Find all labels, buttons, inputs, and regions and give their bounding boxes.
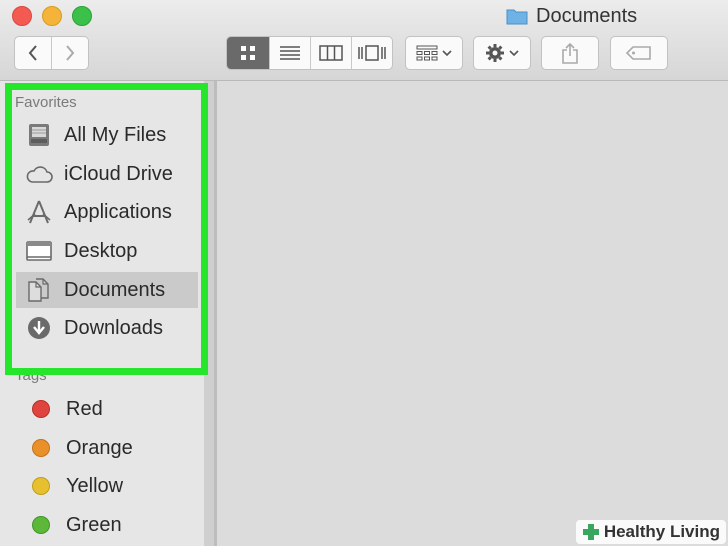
orange-tag-dot-icon — [32, 439, 50, 457]
close-window-button[interactable] — [12, 6, 32, 26]
red-tag-dot-icon — [32, 400, 50, 418]
sidebar-item-label: Applications — [64, 200, 172, 223]
action-button[interactable] — [473, 36, 531, 70]
sidebar-item-all-my-files[interactable]: All My Files — [16, 117, 198, 153]
minimize-window-button[interactable] — [42, 6, 62, 26]
favorites-header: Favorites — [15, 94, 77, 111]
documents-icon — [24, 275, 54, 305]
columns-icon — [319, 45, 343, 61]
chevron-right-icon — [66, 45, 75, 61]
green-tag-dot-icon — [32, 516, 50, 534]
sidebar-scrollbar[interactable] — [204, 81, 214, 546]
plus-logo-icon — [582, 524, 599, 540]
column-view-button[interactable] — [311, 37, 352, 69]
cover-flow-view-button[interactable] — [352, 37, 392, 69]
sidebar-item-documents[interactable]: Documents — [16, 272, 198, 308]
chevron-down-icon — [442, 50, 452, 57]
grid-icon — [241, 46, 255, 60]
share-icon — [562, 42, 578, 64]
tags-header: Tags — [15, 367, 47, 384]
tag-icon — [625, 46, 651, 60]
view-mode-group — [226, 36, 393, 70]
sidebar: Favorites All My Files iCloud Drive Appl… — [0, 81, 204, 546]
sidebar-item-label: Orange — [66, 436, 133, 459]
arrange-icon — [416, 45, 438, 61]
cover-flow-icon — [358, 45, 386, 61]
title-bar: Documents — [0, 0, 728, 81]
sidebar-item-tag-orange[interactable]: Orange — [16, 430, 198, 466]
sidebar-item-label: Yellow — [66, 474, 124, 497]
watermark-text: Healthy Living — [603, 522, 720, 541]
gear-icon — [486, 44, 504, 62]
share-button[interactable] — [541, 36, 599, 70]
downloads-icon — [24, 313, 54, 343]
icon-view-button[interactable] — [227, 37, 270, 69]
applications-icon — [24, 197, 54, 227]
window-title: Documents — [506, 4, 637, 28]
folder-icon — [506, 9, 528, 25]
sidebar-item-desktop[interactable]: Desktop — [16, 233, 198, 269]
all-files-icon — [24, 120, 54, 150]
list-view-button[interactable] — [270, 37, 311, 69]
forward-button[interactable] — [52, 37, 88, 69]
chevron-down-icon — [509, 50, 519, 57]
desktop-icon — [24, 236, 54, 266]
sidebar-item-applications[interactable]: Applications — [16, 194, 198, 230]
sidebar-item-tag-red[interactable]: Red — [16, 391, 198, 427]
chevron-left-icon — [28, 45, 37, 61]
watermark: Healthy Living — [575, 520, 726, 544]
sidebar-item-tag-yellow[interactable]: Yellow — [16, 468, 198, 504]
back-button[interactable] — [15, 37, 52, 69]
sidebar-item-label: Desktop — [64, 239, 138, 262]
sidebar-item-icloud-drive[interactable]: iCloud Drive — [16, 156, 198, 192]
yellow-tag-dot-icon — [32, 477, 50, 495]
sidebar-item-label: Red — [66, 397, 103, 420]
sidebar-item-tag-green[interactable]: Green — [16, 507, 198, 543]
sidebar-item-label: Green — [66, 513, 122, 536]
file-content-area[interactable] — [217, 81, 728, 546]
navigation-group — [14, 36, 89, 70]
edit-tags-button[interactable] — [610, 36, 668, 70]
sidebar-item-downloads[interactable]: Downloads — [16, 310, 198, 346]
cloud-icon — [24, 159, 54, 189]
sidebar-item-label: iCloud Drive — [64, 162, 173, 185]
sidebar-item-label: Documents — [64, 278, 166, 301]
list-icon — [280, 46, 300, 60]
zoom-window-button[interactable] — [72, 6, 92, 26]
sidebar-item-label: All My Files — [64, 123, 167, 146]
window-title-text: Documents — [536, 4, 638, 27]
sidebar-item-label: Downloads — [64, 316, 163, 339]
arrange-button[interactable] — [405, 36, 463, 70]
